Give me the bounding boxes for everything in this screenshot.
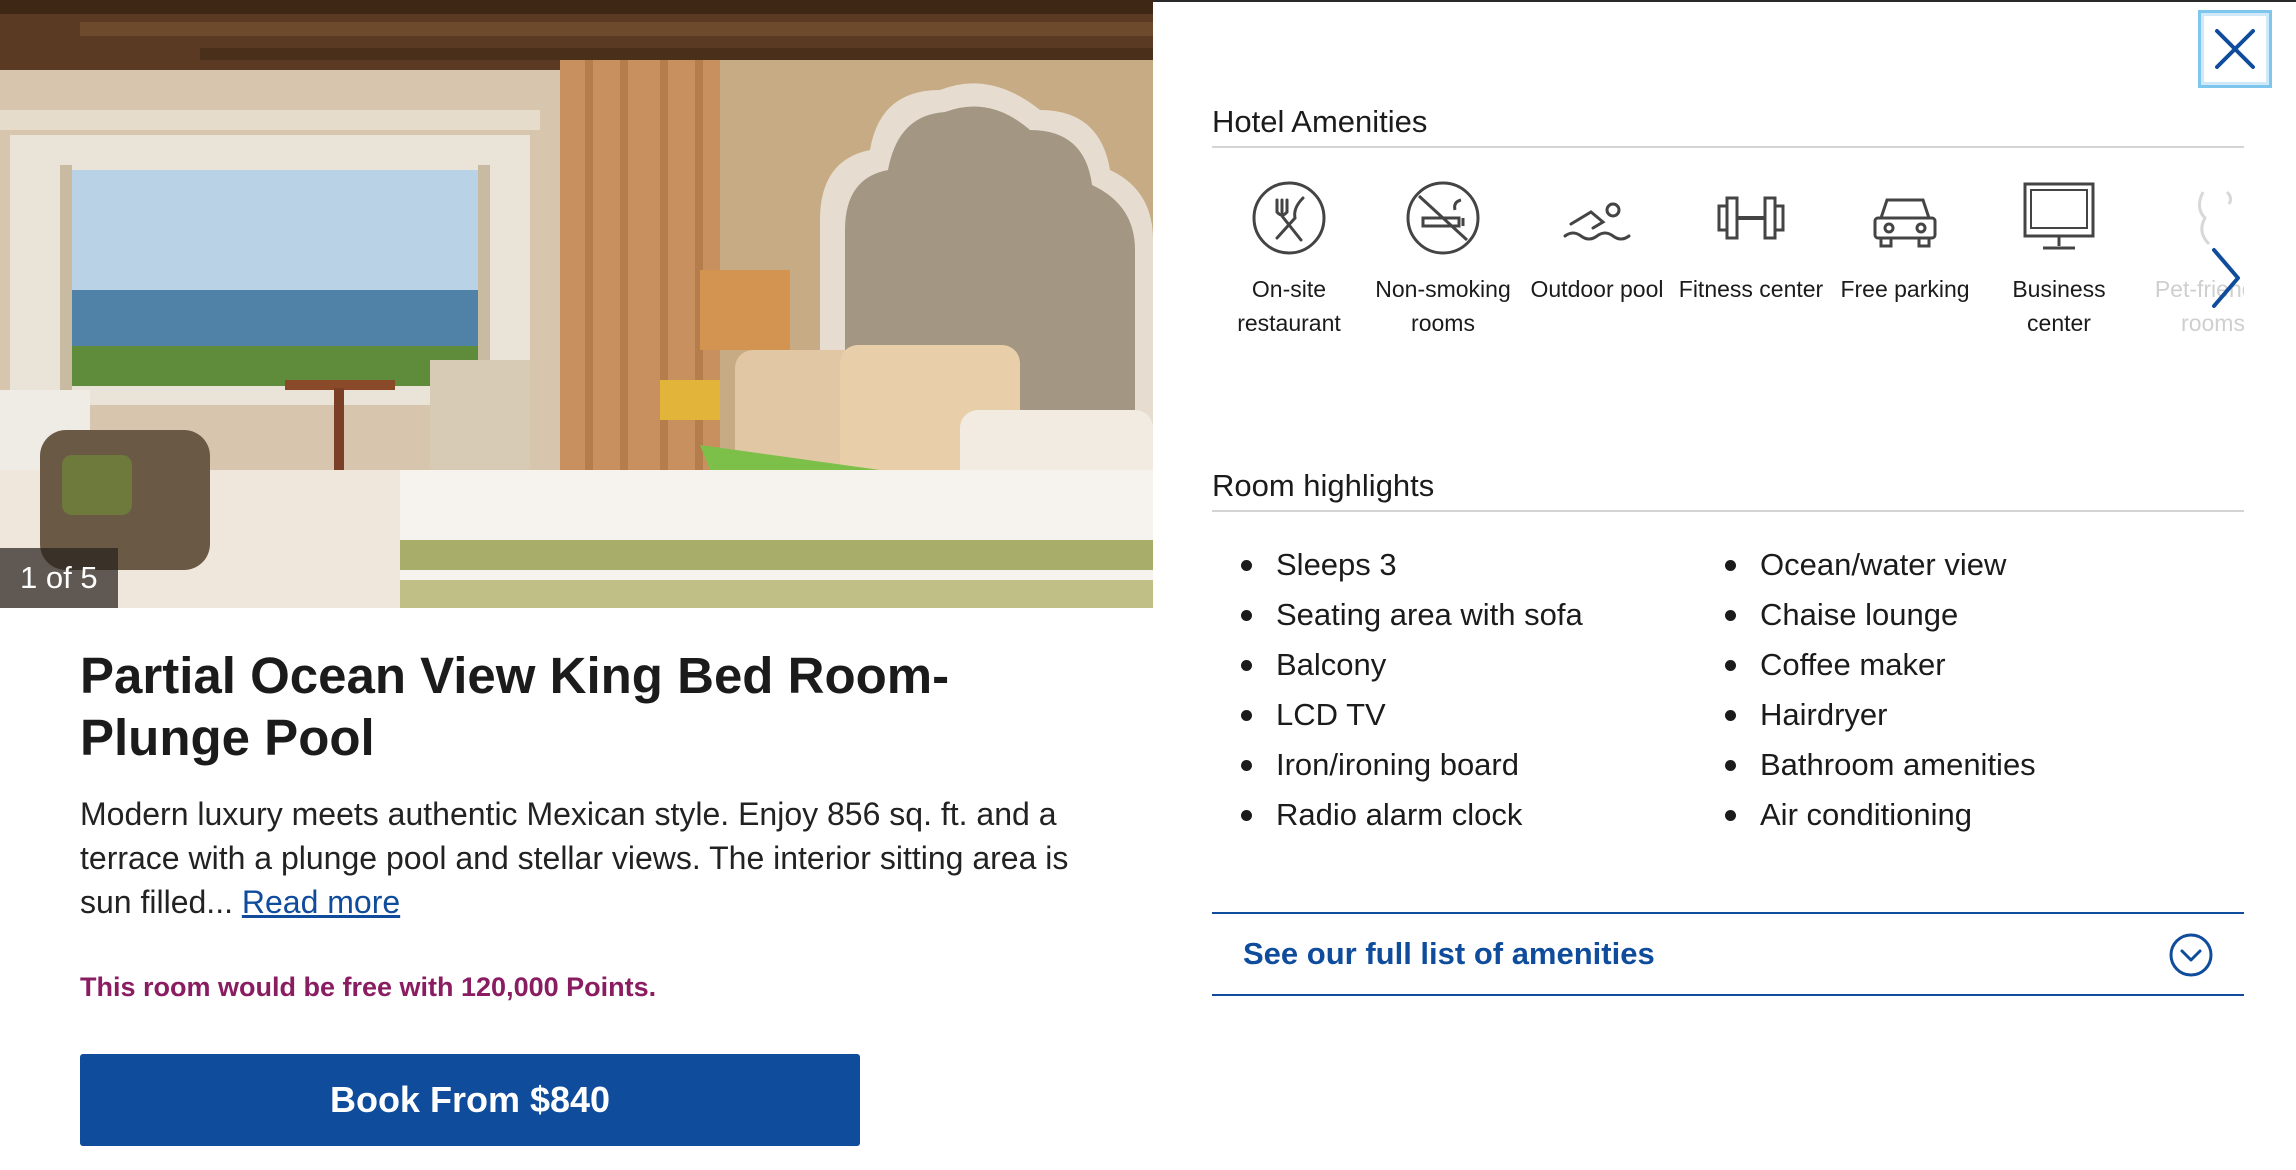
amenity-restaurant: On-site restaurant — [1214, 178, 1364, 340]
list-item: Iron/ironing board — [1240, 740, 1583, 790]
chevron-right-icon[interactable] — [2208, 246, 2244, 310]
list-item: Chaise lounge — [1724, 590, 2036, 640]
list-item: Radio alarm clock — [1240, 790, 1583, 840]
room-description-text: Modern luxury meets authentic Mexican st… — [80, 796, 1069, 920]
room-photo[interactable]: 1 of 5 — [0, 0, 1153, 608]
read-more-link[interactable]: Read more — [242, 884, 400, 920]
amenity-label: Fitness center — [1678, 276, 1824, 302]
chevron-down-icon — [2169, 933, 2213, 977]
room-photo-image — [0, 0, 1153, 608]
car-icon — [1873, 198, 1937, 248]
amenity-outdoor-pool: Outdoor pool — [1522, 178, 1672, 306]
fork-knife-icon — [1252, 181, 1326, 255]
amenity-label: Business center — [2012, 276, 2106, 336]
amenity-fitness: Fitness center — [1676, 178, 1826, 306]
list-item: LCD TV — [1240, 690, 1583, 740]
monitor-icon — [2023, 182, 2095, 250]
amenity-label: On-site restaurant — [1237, 276, 1341, 336]
list-item: Hairdryer — [1724, 690, 2036, 740]
amenity-label: Non-smoking rooms — [1375, 276, 1511, 336]
list-item: Ocean/water view — [1724, 540, 2036, 590]
close-icon — [2215, 29, 2255, 69]
list-item: Seating area with sofa — [1240, 590, 1583, 640]
amenity-label: Outdoor pool — [1530, 276, 1664, 302]
swimmer-icon — [1563, 202, 1631, 241]
amenity-non-smoking: Non-smoking rooms — [1368, 178, 1518, 340]
list-item: Coffee maker — [1724, 640, 2036, 690]
list-item: Balcony — [1240, 640, 1583, 690]
close-button[interactable] — [2198, 10, 2272, 88]
room-description: Modern luxury meets authentic Mexican st… — [80, 792, 1080, 924]
highlights-list-right: Ocean/water view Chaise lounge Coffee ma… — [1724, 540, 2036, 840]
dumbbell-icon — [1717, 196, 1785, 240]
highlights-list-left: Sleeps 3 Seating area with sofa Balcony … — [1240, 540, 1583, 840]
full-amenities-label: See our full list of amenities — [1243, 936, 1655, 971]
points-note: This room would be free with 120,000 Poi… — [80, 972, 657, 1002]
amenity-business-center: Business center — [1984, 178, 2134, 340]
room-title: Partial Ocean View King Bed Room-Plunge … — [80, 647, 950, 766]
list-item: Sleeps 3 — [1240, 540, 1583, 590]
amenities-heading: Hotel Amenities — [1212, 104, 2244, 148]
full-amenities-accordion[interactable]: See our full list of amenities — [1212, 912, 2244, 996]
photo-counter: 1 of 5 — [0, 548, 118, 608]
book-button[interactable]: Book From $840 — [80, 1054, 860, 1146]
list-item: Bathroom amenities — [1724, 740, 2036, 790]
amenity-parking: Free parking — [1830, 178, 1980, 306]
amenity-label: Free parking — [1840, 276, 1970, 302]
list-item: Air conditioning — [1724, 790, 2036, 840]
amenities-carousel: On-site restaurant Non-smoking rooms Out… — [1212, 178, 2244, 388]
no-smoking-icon — [1406, 181, 1480, 255]
highlights-heading: Room highlights — [1212, 468, 2244, 512]
